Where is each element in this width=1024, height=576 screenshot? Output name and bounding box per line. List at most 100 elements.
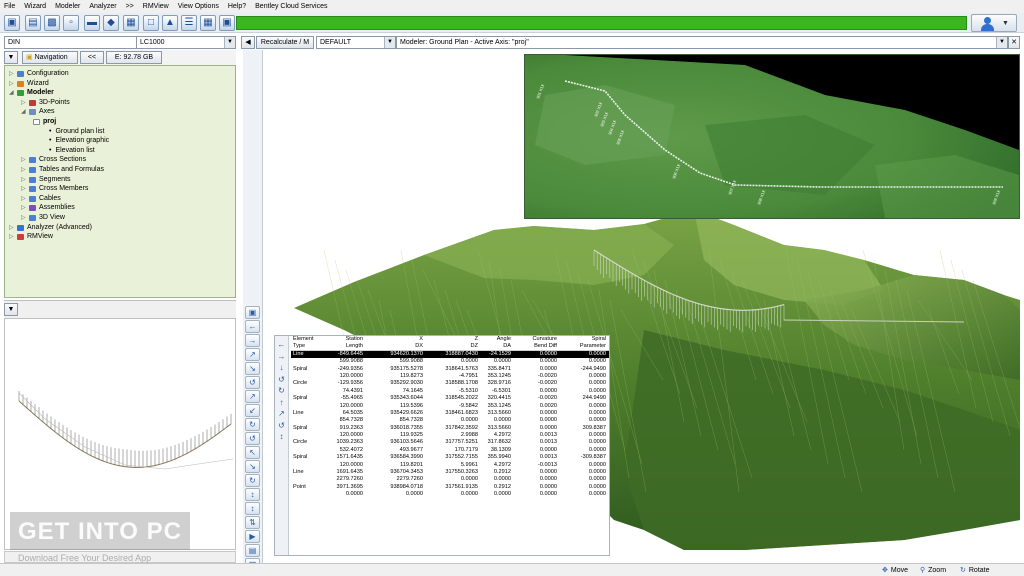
tree-item[interactable]: • Elevation list	[49, 146, 95, 156]
pan-down-icon[interactable]: ↙	[245, 404, 260, 417]
table-row[interactable]: Spiral -249.9356 935175.5278 318641.5763 335…	[291, 366, 609, 373]
tree-item[interactable]: ▷ Segments	[21, 175, 71, 185]
tree-item[interactable]: ▷ Cables	[21, 194, 61, 204]
tree-item[interactable]: ▷ RMView	[9, 232, 53, 242]
table-tool-icon[interactable]: →	[276, 351, 287, 362]
menu-item[interactable]: Modeler	[55, 3, 80, 10]
menu-item[interactable]: Help?	[228, 3, 246, 10]
expand-icon[interactable]: ▷	[21, 184, 27, 194]
table-row[interactable]: 2279.7260 2279.7260 0.0000 0.0000 0.0000 0.00…	[291, 476, 609, 483]
select-icon[interactable]: ▣	[245, 306, 260, 319]
table-tool-icon[interactable]: ↺	[276, 374, 287, 385]
table-row[interactable]: 120.0000 119.9325 2.9988 4.2972 0.0013 0.0000	[291, 432, 609, 439]
expand-icon[interactable]: ▷	[21, 203, 27, 213]
tree-item[interactable]: ▷ Configuration	[9, 69, 69, 79]
copy-icon[interactable]: ▫	[63, 15, 79, 31]
arrow-right-icon[interactable]: →	[245, 334, 260, 347]
filter-icon[interactable]: ▲	[162, 15, 178, 31]
arrow-left-icon[interactable]: ←	[245, 320, 260, 333]
grid-icon[interactable]: ▦	[200, 15, 216, 31]
table-row[interactable]: Line 64.5035 935429.6626 318461.6823 313.566…	[291, 410, 609, 417]
rotate-left-icon[interactable]: ↺	[245, 376, 260, 389]
tree-item[interactable]: ▷ 3D View	[21, 213, 65, 223]
table-row[interactable]: 0.0000 0.0000 0.0000 0.0000 0.0000 0.0000	[291, 491, 609, 498]
table-tool-icon[interactable]: ↕	[276, 431, 287, 442]
tree-item[interactable]: • Elevation graphic	[49, 136, 109, 146]
close-icon[interactable]: ✕	[1008, 36, 1020, 49]
table-row[interactable]: Line 1691.6435 936704.3453 317550.3263 0.291…	[291, 469, 609, 476]
table-row[interactable]: 120.0000 119.8273 -4.7951 353.1245 -0.0020 0.…	[291, 373, 609, 380]
elevation-icon[interactable]: ↕	[245, 488, 260, 501]
table-row[interactable]: Spiral 919.2363 936018.7355 317842.3592 313.…	[291, 425, 609, 432]
expand-icon[interactable]: ▷	[9, 69, 15, 79]
menu-item[interactable]: >>	[126, 3, 134, 10]
table-tool-icon[interactable]: ↺	[276, 420, 287, 431]
move-button[interactable]: ✥ Move	[882, 565, 908, 576]
zoom-out-icon[interactable]: ↘	[245, 362, 260, 375]
tree-item[interactable]: ▷ Analyzer (Advanced)	[9, 223, 92, 233]
save-as-icon[interactable]: ▤	[25, 15, 41, 31]
table-row[interactable]: Circle 1039.2363 936103.5646 317757.5251 317…	[291, 439, 609, 446]
chevron-down-icon[interactable]: ▼	[4, 51, 18, 64]
tree-item[interactable]: ▷ Cross Sections	[21, 155, 86, 165]
folder-icon[interactable]: ▬	[84, 15, 100, 31]
expand-icon[interactable]: ▷	[21, 175, 27, 185]
zoom-button[interactable]: ⚲ Zoom	[920, 565, 946, 576]
undo-icon[interactable]: ↺	[245, 432, 260, 445]
table-row[interactable]: Spiral -55.4965 935343.6044 318545.2022 320.…	[291, 395, 609, 402]
zoom-in-icon[interactable]: ↗	[245, 348, 260, 361]
expand-icon[interactable]: ▷	[9, 79, 15, 89]
fit-icon[interactable]: ↖	[245, 446, 260, 459]
expand-icon[interactable]: ▷	[9, 232, 15, 242]
tree-item[interactable]: ▷ Cross Members	[21, 184, 88, 194]
menu-item[interactable]: View Options	[178, 3, 219, 10]
tree-item[interactable]: proj	[33, 117, 56, 127]
tree-item[interactable]: ◢ Axes	[21, 107, 55, 117]
mode-select[interactable]: DEFAULT ▼	[316, 36, 396, 49]
layers-icon[interactable]: ▤	[245, 544, 260, 557]
table-row[interactable]: Element Station X Z Angle Curvature Spiral	[291, 336, 609, 343]
save-icon[interactable]: ▩	[44, 15, 60, 31]
play-icon[interactable]: ▶	[245, 530, 260, 543]
menu-item[interactable]: File	[4, 3, 15, 10]
tree-item[interactable]: ▷ Assemblies	[21, 203, 75, 213]
table-row[interactable]: Point 3971.3695 938984.0718 317561.9135 0.29…	[291, 484, 609, 491]
tree-item[interactable]: ▷ 3D-Points	[21, 98, 70, 108]
expand-icon[interactable]: ▷	[21, 98, 27, 108]
menu-item[interactable]: Analyzer	[89, 3, 116, 10]
table-row[interactable]: Line -849.6445 934620.1370 318887.0430 -24.1…	[291, 350, 609, 359]
table-row[interactable]: 120.0000 119.8201 5.9961 4.2972 -0.0013 0.000…	[291, 462, 609, 469]
load-case-select[interactable]: LC1000 ▼	[136, 36, 236, 49]
table-row[interactable]: 74.4391 74.1645 -5.5310 -6.5301 0.0000 0.0000	[291, 388, 609, 395]
menu-item[interactable]: Wizard	[24, 3, 46, 10]
open-folder-icon[interactable]: ▣	[4, 15, 20, 31]
window-icon[interactable]: ▣	[219, 15, 235, 31]
tree-item[interactable]: ▷ Wizard	[9, 79, 49, 89]
modeler-status-select[interactable]: Modeler: Ground Plan - Active Axis: "pro…	[396, 36, 1008, 49]
expand-icon[interactable]: ▷	[21, 155, 27, 165]
toggle-button[interactable]: ◀	[241, 36, 255, 49]
tree-item[interactable]: ▷ Tables and Formulas	[21, 165, 104, 175]
table-row[interactable]: Spiral 1571.6435 936584.3990 317552.7155 355…	[291, 454, 609, 461]
extents-icon[interactable]: ↘	[245, 460, 260, 473]
expand-icon[interactable]: ▷	[9, 223, 15, 233]
table-tool-icon[interactable]: ↓	[276, 362, 287, 373]
menu-item[interactable]: Bentley Cloud Services	[255, 3, 327, 10]
expand-icon[interactable]: ◢	[21, 107, 27, 117]
tree-item[interactable]: • Ground plan list	[49, 127, 104, 137]
rotate-right-icon[interactable]: ↻	[245, 418, 260, 431]
pan-icon[interactable]: ↗	[245, 390, 260, 403]
table-row[interactable]: Circle -129.9356 935292.9030 318588.1708 328…	[291, 380, 609, 387]
expand-icon[interactable]: ◢	[9, 88, 15, 98]
redo-icon[interactable]: ↻	[245, 474, 260, 487]
table-row[interactable]: 532.4072 493.9677 170.7179 38.1309 0.0000 0.0…	[291, 447, 609, 454]
monitor-icon[interactable]: □	[143, 15, 159, 31]
expand-icon[interactable]: ▷	[21, 165, 27, 175]
drive-space-indicator[interactable]: E: 92.78 GB	[106, 51, 162, 64]
expand-icon[interactable]: ▷	[21, 213, 27, 223]
menu-item[interactable]: RMView	[143, 3, 169, 10]
recalculate-button[interactable]: Recalculate / M	[256, 36, 314, 49]
section-icon[interactable]: ↕	[245, 502, 260, 515]
user-account-button[interactable]: ▼	[971, 14, 1017, 32]
group-icon[interactable]: ◆	[103, 15, 119, 31]
